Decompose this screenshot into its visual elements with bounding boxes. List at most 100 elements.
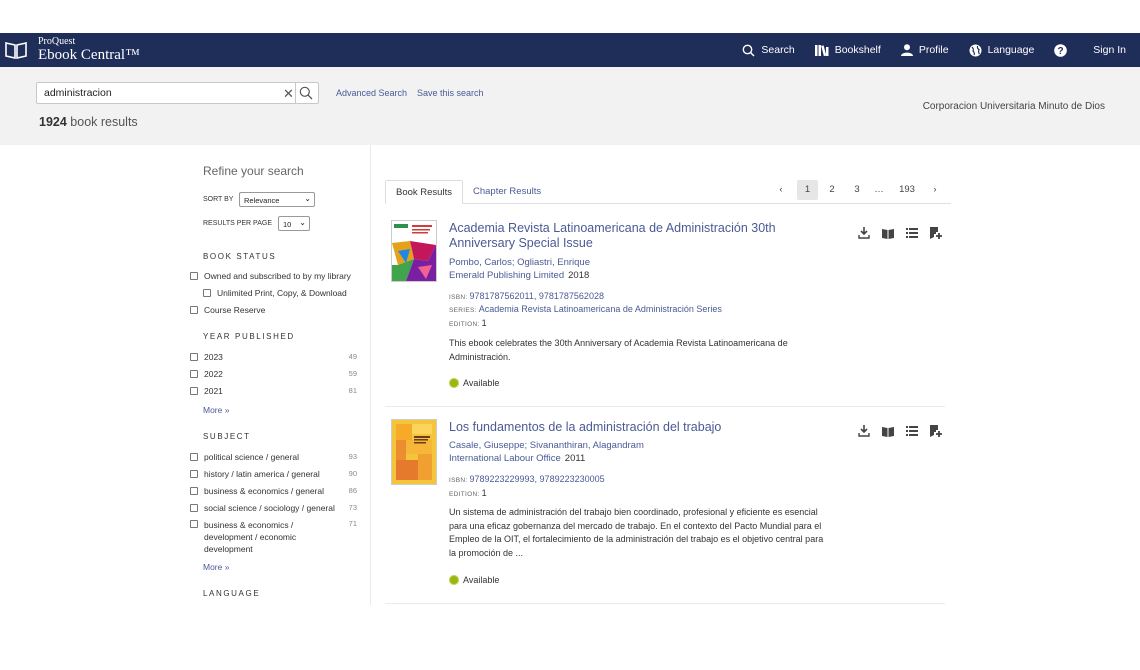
brand[interactable]: ProQuest Ebook Central™ — [4, 37, 140, 63]
tab-chapter-results[interactable]: Chapter Results — [463, 180, 551, 204]
nav-bookshelf[interactable]: Bookshelf — [814, 44, 881, 56]
result-title-link[interactable]: Academia Revista Latinoamericana de Admi… — [449, 221, 789, 251]
book-cover[interactable] — [392, 221, 436, 281]
read-online-button[interactable] — [876, 423, 900, 439]
facet-subject[interactable]: history / latin america / general — [190, 469, 320, 479]
result-edition: EDITION: 1 — [449, 318, 487, 328]
list-icon — [906, 228, 918, 238]
svg-text:?: ? — [1058, 46, 1064, 57]
facet-count: 81 — [348, 386, 357, 395]
download-button[interactable] — [852, 423, 876, 439]
tab-book-results[interactable]: Book Results — [385, 180, 463, 204]
search-input[interactable]: administracion ✕ — [36, 82, 319, 104]
sign-in-label: Sign In — [1093, 44, 1126, 56]
prev-page-icon[interactable]: ‹ — [774, 180, 788, 200]
facet-label: political science / general — [204, 452, 299, 462]
search-divider — [295, 83, 296, 103]
isbn-value[interactable]: 9789223229993, 9789223230005 — [469, 474, 604, 484]
availability-label: Available — [463, 378, 500, 388]
result-actions — [852, 225, 948, 241]
edition-label: EDITION: — [449, 321, 480, 328]
add-to-bookshelf-button[interactable] — [924, 423, 948, 439]
search-submit-icon[interactable] — [299, 86, 313, 100]
facet-unlimited-print[interactable]: Unlimited Print, Copy, & Download — [203, 288, 347, 298]
help-icon: ? — [1054, 43, 1068, 57]
top-navbar: ProQuest Ebook Central™ Search Bookshelf… — [0, 33, 1140, 67]
facet-subject[interactable]: business & economics / general — [190, 486, 324, 496]
series-label: SERIES: — [449, 307, 477, 314]
page-193[interactable]: 193 — [894, 180, 920, 200]
checkbox[interactable] — [190, 353, 198, 361]
checkbox[interactable] — [190, 387, 198, 395]
page-2[interactable]: 2 — [822, 180, 842, 200]
edition-value: 1 — [481, 318, 487, 328]
results-count-number: 1924 — [39, 115, 67, 129]
nav-search[interactable]: Search — [742, 44, 795, 57]
sort-select-value: Relevance — [244, 196, 280, 205]
nav-language-label: Language — [987, 44, 1035, 56]
checkbox[interactable] — [190, 504, 198, 512]
sign-in-link[interactable]: Sign In — [1093, 44, 1126, 56]
results-per-page-select[interactable]: 10 ⌄ — [278, 216, 310, 231]
series-link[interactable]: Academia Revista Latinoamericana de Admi… — [479, 304, 722, 314]
page-1[interactable]: 1 — [797, 180, 818, 200]
facet-subject[interactable]: social science / sociology / general — [190, 503, 335, 513]
publisher-link[interactable]: Emerald Publishing Limited — [449, 270, 564, 281]
result-actions — [852, 423, 948, 439]
nav-help[interactable]: ? — [1054, 43, 1073, 57]
checkbox[interactable] — [190, 272, 198, 280]
result-title-link[interactable]: Los fundamentos de la administración del… — [449, 420, 829, 435]
download-button[interactable] — [852, 225, 876, 241]
result-item: Academia Revista Latinoamericana de Admi… — [385, 212, 945, 407]
checkbox[interactable] — [203, 289, 211, 297]
page-3[interactable]: 3 — [847, 180, 867, 200]
checkbox[interactable] — [190, 520, 198, 528]
checkbox[interactable] — [190, 487, 198, 495]
next-page-icon[interactable]: › — [928, 180, 942, 200]
facet-subject[interactable]: business & economics / development / eco… — [190, 519, 330, 555]
result-isbn: ISBN: 9781787562011, 9781787562028 — [449, 291, 604, 301]
result-publisher: Emerald Publishing Limited 2018 — [449, 270, 589, 281]
book-logo-icon — [5, 42, 27, 59]
rpp-select-value: 10 — [283, 220, 292, 229]
availability-label: Available — [463, 575, 500, 585]
facet-subject[interactable]: political science / general — [190, 452, 299, 462]
edition-label: EDITION: — [449, 491, 480, 498]
book-status-title: BOOK STATUS — [203, 252, 277, 261]
results-count: 1924 book results — [39, 115, 138, 129]
publisher-link[interactable]: International Labour Office — [449, 453, 561, 464]
read-online-button[interactable] — [876, 225, 900, 241]
facet-count: 93 — [348, 452, 357, 461]
clear-search-icon[interactable]: ✕ — [283, 86, 294, 102]
facet-owned-subscribed[interactable]: Owned and subscribed to by my library — [190, 271, 351, 281]
sort-select[interactable]: Relevance ⌄ — [239, 192, 315, 207]
nav-profile[interactable]: Profile — [900, 44, 949, 56]
add-to-bookshelf-button[interactable] — [924, 225, 948, 241]
nav-language[interactable]: Language — [969, 44, 1035, 57]
table-of-contents-button[interactable] — [900, 225, 924, 241]
checkbox[interactable] — [190, 453, 198, 461]
result-authors[interactable]: Casale, Giuseppe; Sivananthiran, Alagand… — [449, 440, 644, 451]
year-more-link[interactable]: More » — [203, 405, 229, 415]
facet-year-2022[interactable]: 2022 — [190, 369, 223, 379]
isbn-value[interactable]: 9781787562011, 9781787562028 — [469, 291, 603, 301]
advanced-search-link[interactable]: Advanced Search — [336, 88, 407, 98]
facet-year-2021[interactable]: 2021 — [190, 386, 223, 396]
publication-year: 2011 — [564, 453, 586, 464]
brand-small: ProQuest — [38, 36, 76, 47]
checkbox[interactable] — [190, 370, 198, 378]
search-input-value[interactable]: administracion — [44, 87, 112, 99]
table-of-contents-button[interactable] — [900, 423, 924, 439]
checkbox[interactable] — [190, 306, 198, 314]
institution-name: Corporacion Universitaria Minuto de Dios — [922, 101, 1105, 112]
book-cover[interactable] — [392, 420, 436, 484]
subject-more-link[interactable]: More » — [203, 562, 229, 572]
checkbox[interactable] — [190, 470, 198, 478]
result-authors[interactable]: Pombo, Carlos; Ogliastri, Enrique — [449, 257, 590, 268]
facet-year-2023[interactable]: 2023 — [190, 352, 223, 362]
save-search-link[interactable]: Save this search — [417, 88, 484, 98]
nav-profile-label: Profile — [918, 44, 949, 56]
facet-course-reserve[interactable]: Course Reserve — [190, 305, 265, 315]
result-isbn: ISBN: 9789223229993, 9789223230005 — [449, 474, 605, 484]
result-publisher: International Labour Office 2011 — [449, 453, 585, 464]
